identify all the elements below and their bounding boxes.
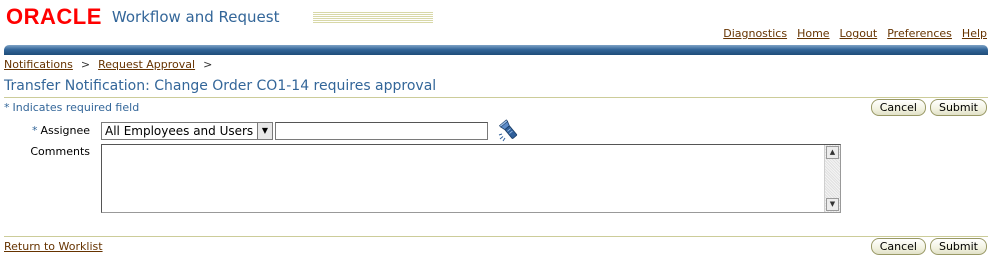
breadcrumb-separator: >: [203, 58, 213, 71]
bottom-button-bar: Cancel Submit: [870, 238, 987, 255]
assignee-input[interactable]: [275, 122, 488, 140]
link-logout[interactable]: Logout: [840, 27, 878, 40]
comments-textarea[interactable]: [102, 145, 824, 212]
breadcrumb-separator: >: [80, 58, 91, 71]
breadcrumb-request-approval[interactable]: Request Approval: [98, 58, 195, 71]
link-preferences[interactable]: Preferences: [887, 27, 952, 40]
cancel-button[interactable]: Cancel: [870, 99, 926, 116]
page-title: Transfer Notification: Change Order CO1-…: [4, 78, 988, 98]
app-name: Workflow and Request: [111, 8, 280, 26]
top-button-bar: Cancel Submit: [870, 99, 987, 116]
comments-scrollbar[interactable]: ▲ ▼: [824, 145, 840, 212]
branding: ORACLE Workflow and Request: [6, 5, 279, 29]
required-indicator: * Indicates required field: [4, 101, 139, 114]
breadcrumb: Notifications > Request Approval >: [4, 58, 212, 71]
footer-divider: [4, 236, 988, 237]
link-home[interactable]: Home: [797, 27, 829, 40]
assignee-type-value: All Employees and Users: [105, 124, 254, 138]
scroll-down-icon[interactable]: ▼: [826, 198, 839, 211]
chevron-down-icon[interactable]: ▼: [257, 123, 272, 139]
oracle-logo: ORACLE: [6, 4, 102, 29]
link-help[interactable]: Help: [962, 27, 987, 40]
page: ORACLE Workflow and Request Diagnostics …: [0, 0, 992, 263]
required-star: *: [31, 124, 38, 137]
flashlight-icon[interactable]: [497, 118, 521, 142]
comments-field: ▲ ▼: [101, 144, 841, 213]
submit-button[interactable]: Submit: [929, 99, 987, 116]
return-to-worklist-link[interactable]: Return to Worklist: [4, 240, 103, 253]
scroll-up-icon[interactable]: ▲: [826, 146, 839, 159]
assignee-type-select[interactable]: All Employees and Users ▼: [101, 122, 273, 140]
link-diagnostics[interactable]: Diagnostics: [723, 27, 787, 40]
cancel-button[interactable]: Cancel: [870, 238, 926, 255]
comments-label: Comments: [30, 145, 90, 158]
assignee-label: * Assignee: [20, 124, 90, 137]
required-star: *: [4, 101, 10, 114]
global-links: Diagnostics Home Logout Preferences Help: [723, 27, 987, 40]
submit-button[interactable]: Submit: [929, 238, 987, 255]
required-indicator-text: Indicates required field: [12, 101, 140, 114]
branding-decoration: [313, 12, 433, 23]
header-band: [4, 45, 988, 55]
breadcrumb-notifications[interactable]: Notifications: [4, 58, 73, 71]
assignee-label-text: Assignee: [40, 124, 90, 137]
